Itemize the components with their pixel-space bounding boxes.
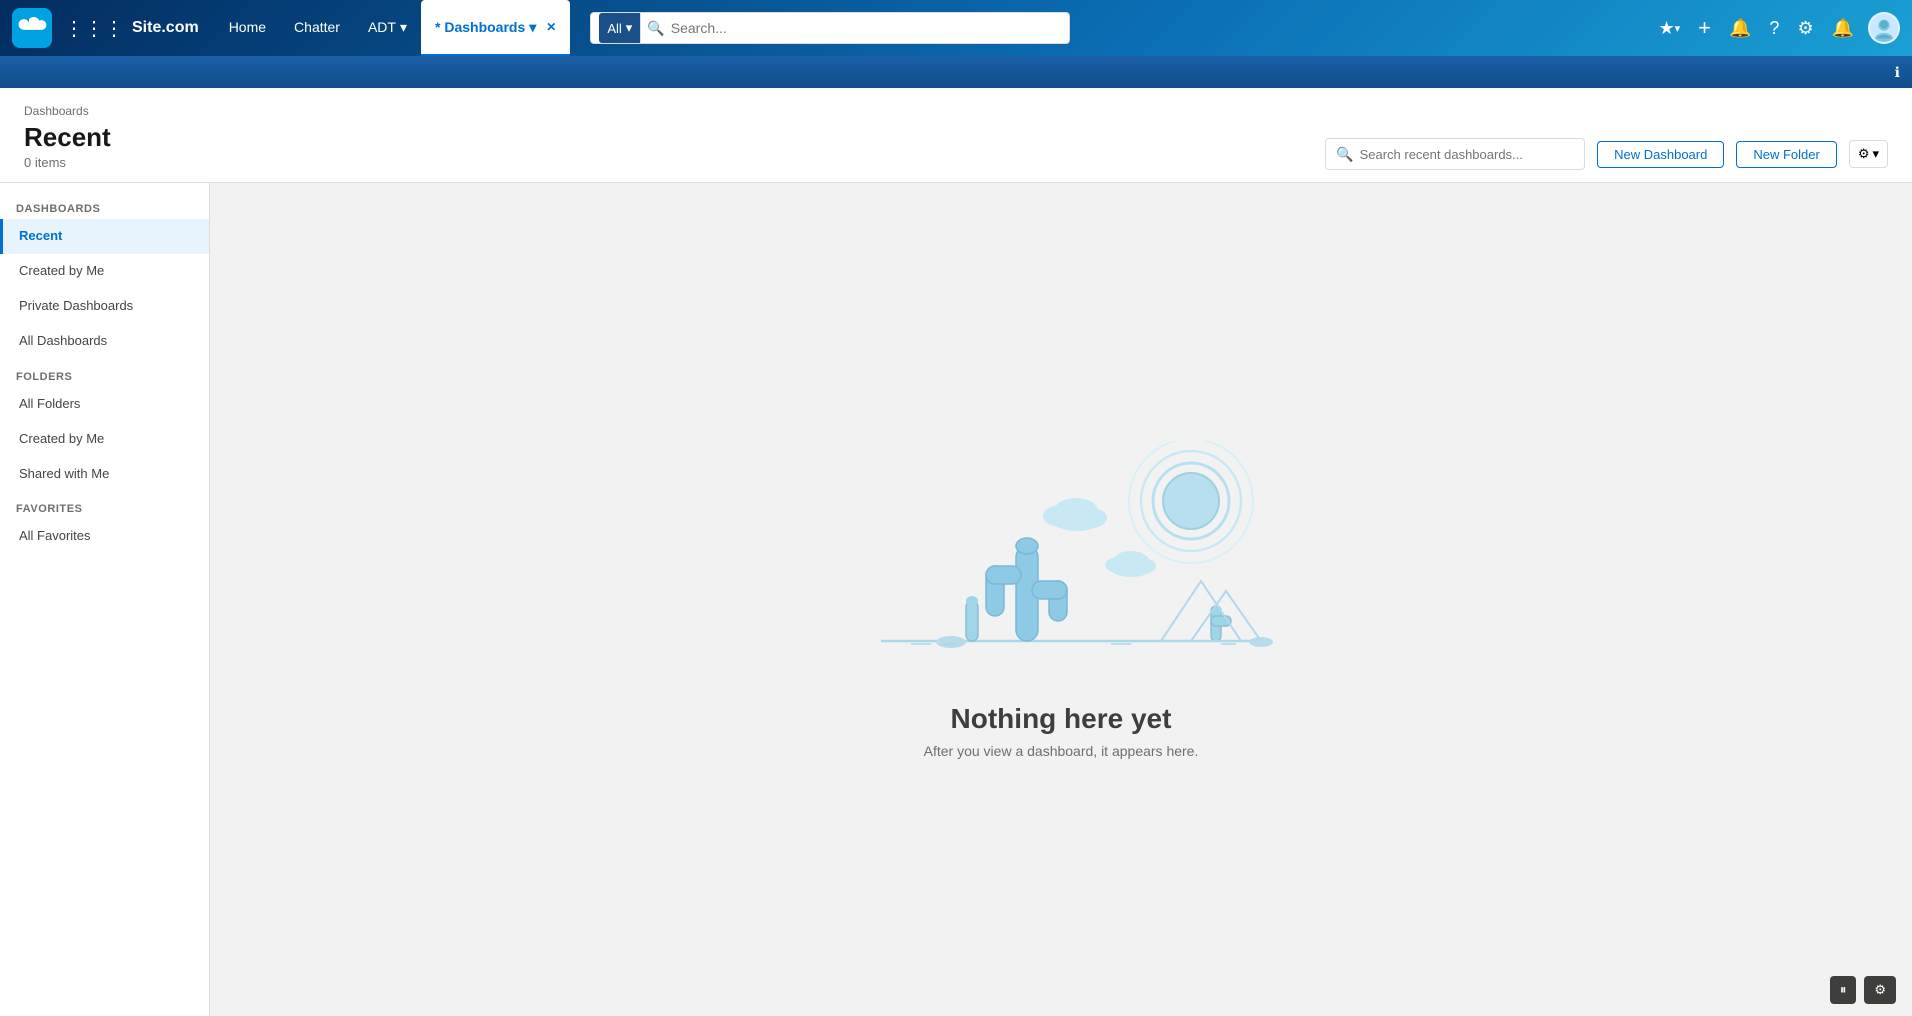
- chevron-down-icon: ▾: [1675, 22, 1681, 35]
- page-area: Dashboards Recent 0 items 🔍 New Dashboar…: [0, 88, 1912, 1016]
- search-scope-dropdown[interactable]: All ▾: [599, 13, 641, 43]
- favorites-button[interactable]: ★ ▾: [1654, 14, 1684, 43]
- main-layout: Dashboards Recent 0 items 🔍 New Dashboar…: [0, 88, 1912, 1016]
- info-icon[interactable]: ℹ: [1895, 64, 1900, 81]
- nav-home[interactable]: Home: [215, 0, 280, 56]
- header-actions: 🔍 New Dashboard New Folder ⚙ ▾: [1325, 138, 1888, 170]
- gear-icon: ⚙: [1874, 982, 1886, 998]
- chevron-down-icon: ▾: [400, 19, 407, 36]
- page-title: Recent: [24, 122, 111, 153]
- sidebar-item-folders-created-by-me[interactable]: Created by Me: [0, 422, 209, 457]
- sidebar-item-all-folders[interactable]: All Folders: [0, 387, 209, 422]
- sidebar-item-created-by-me[interactable]: Created by Me: [0, 254, 209, 289]
- chevron-down-icon: ▾: [626, 20, 633, 36]
- user-avatar[interactable]: [1868, 12, 1900, 44]
- recent-search-input[interactable]: [1360, 147, 1575, 162]
- breadcrumb: Dashboards: [24, 104, 111, 118]
- recent-search-bar: 🔍: [1325, 138, 1585, 170]
- sidebar-item-all-dashboards[interactable]: All Dashboards: [0, 324, 209, 359]
- site-name-label: Site.com: [132, 19, 199, 37]
- empty-state-illustration: [821, 441, 1301, 671]
- nav-adt[interactable]: ADT ▾: [354, 0, 421, 56]
- gear-icon: ⚙: [1858, 146, 1870, 162]
- nav-chatter[interactable]: Chatter: [280, 0, 354, 56]
- dashboards-section-label: DASHBOARDS: [0, 191, 209, 219]
- search-icon: 🔍: [1336, 146, 1353, 163]
- sidebar-item-private-dashboards[interactable]: Private Dashboards: [0, 289, 209, 324]
- sidebar-content-wrapper: DASHBOARDS Recent Created by Me Private …: [0, 183, 1912, 1016]
- page-header: Dashboards Recent 0 items 🔍 New Dashboar…: [0, 88, 1912, 183]
- page-header-left: Dashboards Recent 0 items: [24, 104, 111, 170]
- sidebar-item-shared-with-me[interactable]: Shared with Me: [0, 457, 209, 492]
- nav-dashboards[interactable]: * Dashboards ▾ ✕: [421, 0, 570, 56]
- favorites-section-label: FAVORITES: [0, 491, 209, 519]
- chevron-down-icon: ▾: [529, 19, 536, 36]
- waffle-menu-icon[interactable]: ⋮⋮⋮: [64, 16, 124, 41]
- top-navigation: ⋮⋮⋮ Site.com Home Chatter ADT ▾ * Dashbo…: [0, 0, 1912, 56]
- sidebar-item-all-favorites[interactable]: All Favorites: [0, 519, 209, 554]
- global-search-bar: All ▾ 🔍: [590, 12, 1070, 44]
- empty-state-subtitle: After you view a dashboard, it appears h…: [924, 743, 1199, 759]
- bottom-bar: ⏸ ⚙: [1830, 976, 1896, 1004]
- nav-links: Home Chatter ADT ▾ * Dashboards ▾ ✕: [215, 0, 571, 56]
- list-settings-button[interactable]: ⚙ ▾: [1849, 140, 1888, 168]
- empty-state-title: Nothing here yet: [951, 703, 1172, 735]
- tab-close-icon[interactable]: ✕: [546, 20, 556, 34]
- chevron-down-icon: ▾: [1872, 146, 1879, 162]
- search-input[interactable]: [671, 20, 1062, 36]
- help-button[interactable]: ?: [1765, 14, 1783, 43]
- item-count: 0 items: [24, 155, 111, 170]
- new-folder-button[interactable]: New Folder: [1736, 141, 1836, 168]
- sidebar-item-recent[interactable]: Recent: [0, 219, 209, 254]
- bottom-settings-button[interactable]: ⚙: [1864, 976, 1896, 1004]
- content-area: Nothing here yet After you view a dashbo…: [210, 183, 1912, 1016]
- top-nav-actions: ★ ▾ + 🔔 ? ⚙ 🔔: [1654, 11, 1900, 45]
- pause-button[interactable]: ⏸: [1830, 976, 1857, 1004]
- add-button[interactable]: +: [1694, 11, 1715, 45]
- settings-button[interactable]: ⚙: [1793, 14, 1817, 43]
- second-navigation: ℹ: [0, 56, 1912, 88]
- salesforce-logo[interactable]: [12, 8, 52, 48]
- notifications-button[interactable]: 🔔: [1828, 14, 1858, 43]
- search-icon: 🔍: [647, 20, 664, 37]
- pause-icon: ⏸: [1840, 982, 1847, 998]
- folders-section-label: FOLDERS: [0, 359, 209, 387]
- new-dashboard-button[interactable]: New Dashboard: [1597, 141, 1724, 168]
- sidebar: DASHBOARDS Recent Created by Me Private …: [0, 183, 210, 1016]
- assistant-icon-button[interactable]: 🔔: [1725, 14, 1755, 43]
